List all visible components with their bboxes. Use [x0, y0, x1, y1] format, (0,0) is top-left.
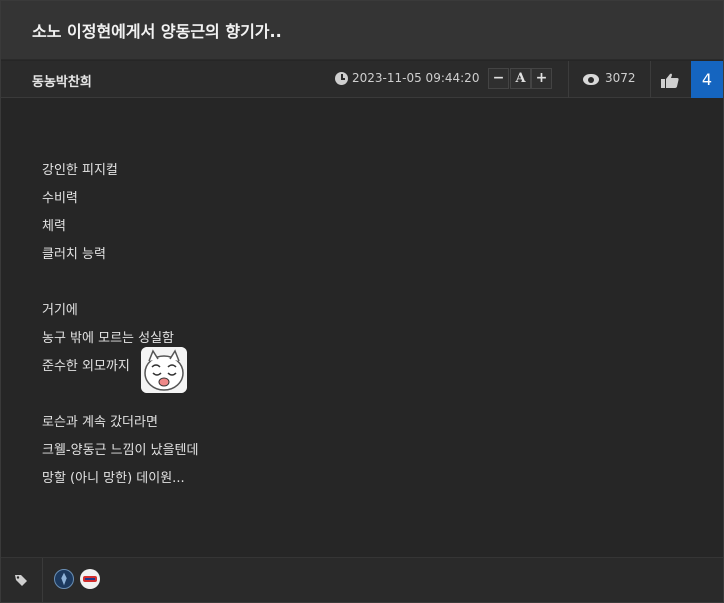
body-line — [42, 273, 198, 301]
meta-divider — [568, 61, 569, 98]
body-line: 수비력 — [42, 191, 78, 206]
body-line: 망할 (아니 망한) 데이원... — [42, 471, 185, 486]
emoticon — [141, 347, 187, 393]
font-increase-button[interactable]: + — [531, 68, 552, 89]
post-view: 소노 이정현에게서 양동근의 향기가.. 동농박찬희 2023-11-05 09… — [0, 0, 724, 603]
body-line: 거기에 — [42, 303, 78, 318]
clock-icon — [335, 72, 348, 85]
post-header: 소노 이정현에게서 양동근의 향기가.. — [1, 1, 723, 60]
footer-divider — [42, 558, 43, 603]
author-name[interactable]: 동농박찬희 — [32, 71, 92, 90]
body-line: 강인한 피지컬 — [42, 163, 118, 178]
post-meta-bar: 동농박찬희 2023-11-05 09:44:20 − A + 3072 4 — [1, 61, 723, 98]
post-datetime: 2023-11-05 09:44:20 — [352, 71, 480, 85]
tag-icon — [15, 575, 27, 586]
body-text: 강인한 피지컬 수비력 체력 클러치 능력 거기에 농구 밖에 모르는 성실함 … — [42, 161, 198, 497]
eye-icon — [583, 74, 599, 85]
font-reset-button[interactable]: A — [510, 68, 531, 89]
body-line: 클러치 능력 — [42, 247, 106, 262]
post-title: 소노 이정현에게서 양동근의 향기가.. — [32, 22, 282, 41]
body-line: 크웰-양동근 느낌이 났을텐데 — [42, 443, 199, 458]
font-decrease-button[interactable]: − — [488, 68, 509, 89]
view-count: 3072 — [605, 71, 636, 85]
team-logo-icon[interactable] — [80, 569, 100, 589]
post-footer — [1, 557, 723, 603]
team-logo-icon[interactable] — [54, 569, 74, 589]
meta-divider — [650, 61, 651, 98]
post-body: 강인한 피지컬 수비력 체력 클러치 능력 거기에 농구 밖에 모르는 성실함 … — [1, 98, 723, 557]
body-line: 로슨과 계속 갔더라면 — [42, 415, 158, 430]
thumbs-up-icon[interactable] — [661, 73, 679, 88]
body-line: 체력 — [42, 219, 66, 234]
like-count[interactable]: 4 — [691, 61, 723, 98]
